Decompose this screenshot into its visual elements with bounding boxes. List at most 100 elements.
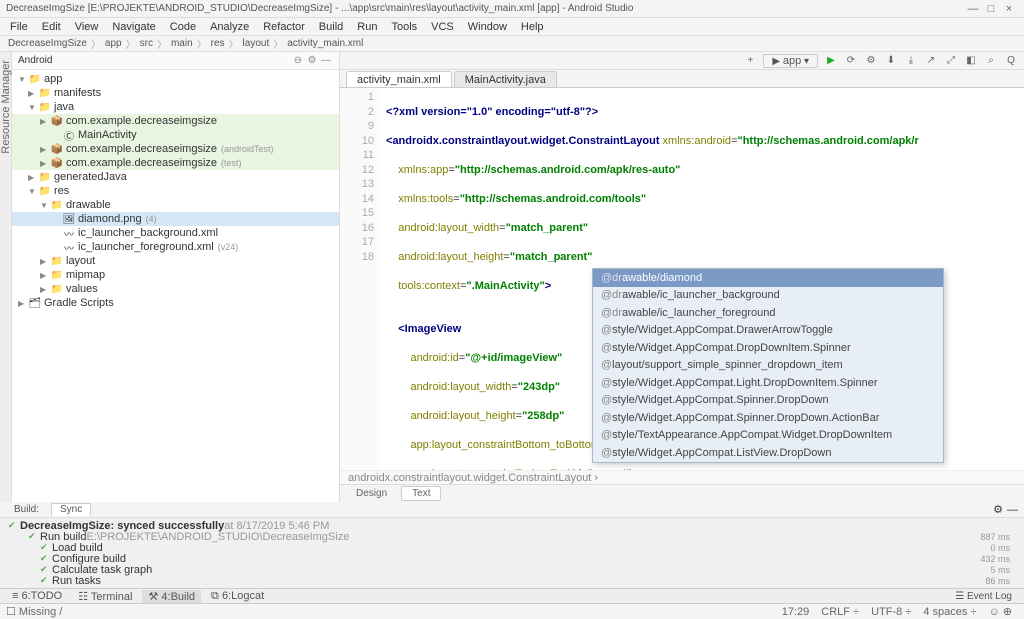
build-item[interactable]: ✔Load build0 ms [8, 542, 1016, 553]
menu-vcs[interactable]: VCS [425, 21, 460, 33]
debug-icon[interactable]: ⟳ [844, 54, 858, 68]
tree-item-com-example-decreaseimgsize[interactable]: ▶📦com.example.decreaseimgsize [12, 114, 339, 128]
encoding[interactable]: UTF-8 ÷ [865, 606, 917, 618]
bottom-area: Build: Sync ⚙ — ✔DecreaseImgSize: synced… [0, 502, 1024, 619]
tree-item-mainactivity[interactable]: ⒸMainActivity [12, 128, 339, 142]
tree-item-ic-launcher-foreground-xml[interactable]: 〰ic_launcher_foreground.xml(v24) [12, 240, 339, 254]
profile-icon[interactable]: ⚙ [864, 54, 878, 68]
build-tab-sync[interactable]: Sync [51, 503, 91, 516]
project-view-selector[interactable]: Android [18, 55, 291, 66]
menu-analyze[interactable]: Analyze [204, 21, 255, 33]
editor-breadcrumb[interactable]: androidx.constraintlayout.widget.Constra… [340, 470, 1024, 484]
close-button[interactable]: × [1000, 3, 1018, 15]
menu-code[interactable]: Code [164, 21, 202, 33]
tree-item-mipmap[interactable]: ▶📁mipmap [12, 268, 339, 282]
search-icon[interactable]: ⌕ [984, 54, 998, 68]
autocomplete-item[interactable]: @drawable/diamond [593, 269, 943, 287]
autocomplete-item[interactable]: @drawable/ic_launcher_foreground [593, 304, 943, 322]
autocomplete-item[interactable]: @style/Widget.AppCompat.DrawerArrowToggl… [593, 322, 943, 340]
menu-run[interactable]: Run [351, 21, 383, 33]
text-tab[interactable]: Text [401, 486, 441, 501]
tooltab-build[interactable]: ⚒ 4:Build [142, 590, 201, 603]
tree-item-layout[interactable]: ▶📁layout [12, 254, 339, 268]
tree-item-app[interactable]: ▼📁app [12, 72, 339, 86]
tooltab-logcat[interactable]: ⧉ 6:Logcat [205, 590, 270, 603]
tree-item-manifests[interactable]: ▶📁manifests [12, 86, 339, 100]
line-endings[interactable]: CRLF ÷ [815, 606, 865, 618]
code-text[interactable]: <?xml version="1.0" encoding="utf-8"?> <… [380, 88, 1024, 470]
crumb-layout[interactable]: layout [241, 38, 272, 49]
autocomplete-item[interactable]: @style/Widget.AppCompat.Light.DropDownIt… [593, 374, 943, 392]
menu-build[interactable]: Build [313, 21, 349, 33]
menu-file[interactable]: File [4, 21, 34, 33]
context-indicator[interactable]: ☺ ⊕ [982, 605, 1018, 618]
gear-icon[interactable]: ⚙ [305, 55, 319, 66]
crumb-app[interactable]: app [103, 38, 124, 49]
tooltab-todo[interactable]: ≡ 6:TODO [6, 590, 68, 602]
autocomplete-item[interactable]: @style/Widget.AppCompat.ListView.DropDow… [593, 444, 943, 462]
caret-position[interactable]: 17:29 [776, 606, 816, 618]
autocomplete-item[interactable]: @style/Widget.AppCompat.DropDownItem.Spi… [593, 339, 943, 357]
project-tree[interactable]: ▼📁app▶📁manifests▼📁java▶📦com.example.decr… [12, 70, 339, 502]
tree-item-java[interactable]: ▼📁java [12, 100, 339, 114]
run-icon[interactable]: ▶ [824, 54, 838, 68]
crumb-src[interactable]: src [138, 38, 155, 49]
build-item[interactable]: ✔Run tasks86 ms [8, 575, 1016, 586]
autocomplete-item[interactable]: @style/Widget.AppCompat.Spinner.DropDown [593, 392, 943, 410]
tree-item-drawable[interactable]: ▼📁drawable [12, 198, 339, 212]
tab-activity-main[interactable]: activity_main.xml [346, 71, 452, 87]
tree-item-gradle-scripts[interactable]: ▶🗂Gradle Scripts [12, 296, 339, 310]
build-hide-icon[interactable]: — [1007, 504, 1018, 516]
autocomplete-item[interactable]: @style/Widget.AppCompat.Spinner.DropDown… [593, 409, 943, 427]
tree-item-com-example-decreaseimgsize[interactable]: ▶📦com.example.decreaseimgsize(androidTes… [12, 142, 339, 156]
run-config-selector[interactable]: ▶ app ▾ [763, 54, 818, 68]
crumb-project[interactable]: DecreaseImgSize [6, 38, 89, 49]
indent[interactable]: 4 spaces ÷ [917, 606, 982, 618]
tree-item-generatedjava[interactable]: ▶📁generatedJava [12, 170, 339, 184]
tab-mainactivity[interactable]: MainActivity.java [454, 71, 557, 87]
crumb-res[interactable]: res [209, 38, 227, 49]
build-tab-build[interactable]: Build: [6, 504, 47, 515]
search-everywhere-icon[interactable]: Q [1004, 54, 1018, 68]
build-tree[interactable]: ✔DecreaseImgSize: synced successfully at… [0, 518, 1024, 588]
attach-icon[interactable]: ⬇ [884, 54, 898, 68]
menu-view[interactable]: View [69, 21, 105, 33]
collapse-icon[interactable]: ⊖ [291, 55, 305, 66]
build-item[interactable]: ✔Run build E:\PROJEKTE\ANDROID_STUDIO\De… [8, 531, 1016, 542]
code-editor[interactable]: 129101112131415161718 <?xml version="1.0… [340, 88, 1024, 470]
tooltab-terminal[interactable]: ☷ Terminal [72, 590, 138, 603]
crumb-main[interactable]: main [169, 38, 195, 49]
design-tab[interactable]: Design [346, 487, 397, 500]
build-gear-icon[interactable]: ⚙ [993, 503, 1003, 516]
tree-item-com-example-decreaseimgsize[interactable]: ▶📦com.example.decreaseimgsize(test) [12, 156, 339, 170]
autocomplete-popup[interactable]: @drawable/diamond@drawable/ic_launcher_b… [592, 268, 944, 463]
eventlog-button[interactable]: ☰ Event Log [949, 591, 1018, 602]
menu-tools[interactable]: Tools [385, 21, 423, 33]
minimize-button[interactable]: — [964, 3, 982, 15]
sdk-icon[interactable]: ◧ [964, 54, 978, 68]
editor-tabs: activity_main.xml MainActivity.java [340, 70, 1024, 88]
tree-item-res[interactable]: ▼📁res [12, 184, 339, 198]
autocomplete-item[interactable]: @style/TextAppearance.AppCompat.Widget.D… [593, 427, 943, 445]
maximize-button[interactable]: □ [982, 3, 1000, 15]
menu-help[interactable]: Help [515, 21, 550, 33]
left-toolwindow-stripe[interactable]: Resource Manager [0, 52, 12, 502]
avd-icon[interactable]: ⤢ [944, 54, 958, 68]
menu-edit[interactable]: Edit [36, 21, 67, 33]
crumb-file[interactable]: activity_main.xml [285, 38, 365, 49]
add-config-button[interactable]: + [743, 54, 757, 68]
autocomplete-item[interactable]: @layout/support_simple_spinner_dropdown_… [593, 357, 943, 375]
build-item[interactable]: ✔Calculate task graph5 ms [8, 564, 1016, 575]
menu-window[interactable]: Window [462, 21, 513, 33]
autocomplete-item[interactable]: @drawable/ic_launcher_background [593, 287, 943, 305]
tree-item-ic-launcher-background-xml[interactable]: 〰ic_launcher_background.xml [12, 226, 339, 240]
tree-item-values[interactable]: ▶📁values [12, 282, 339, 296]
stop-icon[interactable]: ⤓ [904, 54, 918, 68]
menu-navigate[interactable]: Navigate [106, 21, 161, 33]
sync-icon[interactable]: ↗ [924, 54, 938, 68]
menu-refactor[interactable]: Refactor [257, 21, 311, 33]
build-item[interactable]: ✔Configure build432 ms [8, 553, 1016, 564]
toolwindow-resource-manager[interactable]: Resource Manager [0, 60, 12, 154]
hide-icon[interactable]: — [319, 55, 333, 66]
tree-item-diamond-png[interactable]: 🖼diamond.png(4) [12, 212, 339, 226]
